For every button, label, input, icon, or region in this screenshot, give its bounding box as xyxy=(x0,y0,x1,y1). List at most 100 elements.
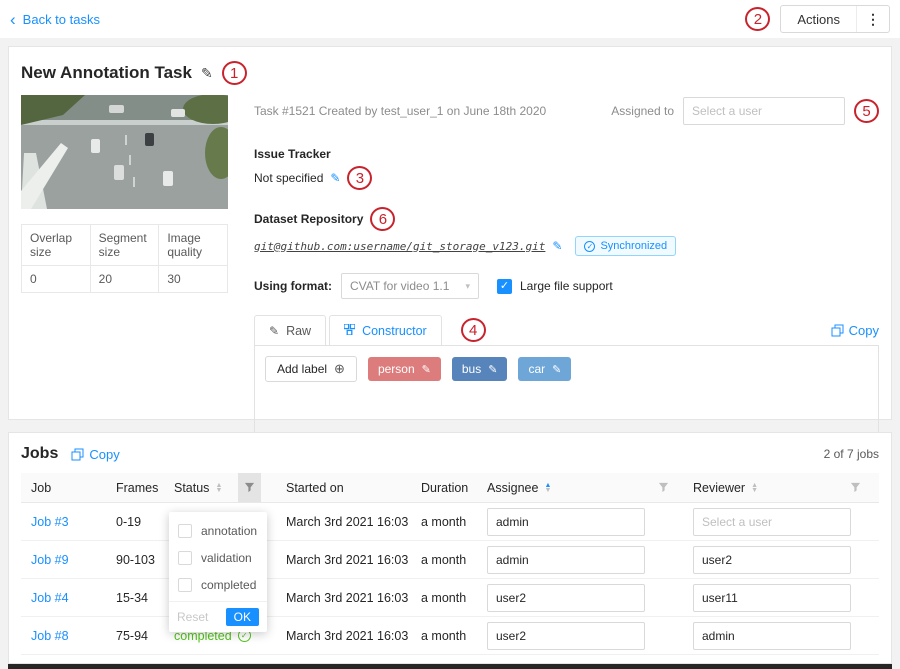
table-row: Job #8 75-94 completed ✓ March 3rd 2021 … xyxy=(21,617,879,655)
tab-constructor[interactable]: Constructor xyxy=(329,315,442,345)
copy-icon xyxy=(71,448,84,461)
build-icon xyxy=(344,324,355,338)
jobs-card: Jobs Copy 2 of 7 jobs Job Frames Status … xyxy=(8,432,892,664)
sort-carets-icon[interactable]: ▲▼ xyxy=(751,483,758,493)
table-row: Job #4 15-34 March 3rd 2021 16:03 a mont… xyxy=(21,579,879,617)
filter-option-annotation[interactable]: annotation xyxy=(169,517,267,544)
tab-raw[interactable]: ✎ Raw xyxy=(254,315,326,345)
job-link[interactable]: Job #4 xyxy=(31,591,116,605)
reviewer-input[interactable] xyxy=(693,546,851,574)
actions-button[interactable]: Actions ⋮ xyxy=(780,5,890,33)
back-to-tasks-label: Back to tasks xyxy=(23,12,100,27)
pencil-icon: ✎ xyxy=(269,324,279,338)
issue-tracker-value: Not specified xyxy=(254,171,323,185)
label-person-name: person xyxy=(378,362,415,376)
job-link[interactable]: Job #3 xyxy=(31,515,116,529)
chevron-left-icon: ‹ xyxy=(10,11,16,28)
filter-reset-button[interactable]: Reset xyxy=(177,610,208,624)
frames-cell: 15-34 xyxy=(116,591,174,605)
add-label-text: Add label xyxy=(277,362,327,376)
callout-4: 4 xyxy=(461,318,486,342)
checkbox-unchecked[interactable] xyxy=(178,524,192,538)
dataset-repository-label: Dataset Repository xyxy=(254,212,363,226)
checkbox-unchecked[interactable] xyxy=(178,578,192,592)
assignee-filter-funnel-icon[interactable] xyxy=(658,482,669,493)
reviewer-input[interactable] xyxy=(693,508,851,536)
large-file-support-checkbox[interactable]: ✓ xyxy=(497,279,512,294)
filter-ok-button[interactable]: OK xyxy=(226,608,259,626)
task-preview-image xyxy=(21,95,228,209)
labels-copy-link[interactable]: Copy xyxy=(831,323,879,338)
col-assignee[interactable]: Assignee ▲▼ xyxy=(487,481,693,495)
param-header-segment: Segment size xyxy=(90,225,159,266)
started-cell: March 3rd 2021 16:03 xyxy=(286,629,421,643)
sort-carets-icon[interactable]: ▲▼ xyxy=(215,483,222,493)
more-vertical-icon[interactable]: ⋮ xyxy=(857,11,889,28)
callout-3: 3 xyxy=(347,166,372,190)
issue-tracker-label: Issue Tracker xyxy=(254,147,879,161)
task-meta: Task #1521 Created by test_user_1 on Jun… xyxy=(254,104,546,118)
col-job: Job xyxy=(31,481,116,495)
frames-cell: 90-103 xyxy=(116,553,174,567)
chevron-down-icon: ▾ xyxy=(465,281,470,292)
reviewer-filter-funnel-icon[interactable] xyxy=(850,482,861,493)
filter-option-validation[interactable]: validation xyxy=(169,544,267,571)
jobs-title: Jobs xyxy=(21,445,58,463)
assigned-to-label: Assigned to xyxy=(611,104,674,118)
frames-cell: 75-94 xyxy=(116,629,174,643)
checkbox-unchecked[interactable] xyxy=(178,551,192,565)
filter-option-label: annotation xyxy=(201,524,257,538)
job-link[interactable]: Job #8 xyxy=(31,629,116,643)
label-tag-car[interactable]: car ✎ xyxy=(518,357,571,381)
edit-label-icon[interactable]: ✎ xyxy=(488,363,497,376)
table-row: Job #3 0-19 March 3rd 2021 16:03 a month xyxy=(21,503,879,541)
status-filter-funnel-icon[interactable] xyxy=(238,473,261,502)
edit-label-icon[interactable]: ✎ xyxy=(552,363,561,376)
task-title: New Annotation Task xyxy=(21,63,192,83)
filter-option-label: validation xyxy=(201,551,252,565)
jobs-table-header: Job Frames Status ▲▼ Started on Duration… xyxy=(21,473,879,503)
edit-repository-icon[interactable]: ✎ xyxy=(552,239,562,253)
task-parameters-table: Overlap size Segment size Image quality … xyxy=(21,224,228,293)
task-assignee-input[interactable] xyxy=(683,97,845,125)
using-format-label: Using format: xyxy=(254,279,332,293)
job-link[interactable]: Job #9 xyxy=(31,553,116,567)
assignee-input[interactable] xyxy=(487,584,645,612)
assignee-input[interactable] xyxy=(487,508,645,536)
filter-option-completed[interactable]: completed xyxy=(169,571,267,598)
format-select[interactable]: CVAT for video 1.1 ▾ xyxy=(341,273,479,299)
param-value-overlap: 0 xyxy=(22,266,91,293)
labels-copy-label: Copy xyxy=(849,323,879,338)
table-row: Job #9 90-103 March 3rd 2021 16:03 a mon… xyxy=(21,541,879,579)
check-circle-icon: ✓ xyxy=(584,241,595,252)
jobs-copy-link[interactable]: Copy xyxy=(71,447,119,462)
reviewer-input[interactable] xyxy=(693,622,851,650)
jobs-table: Job Frames Status ▲▼ Started on Duration… xyxy=(21,473,879,655)
jobs-copy-label: Copy xyxy=(89,447,119,462)
assignee-input[interactable] xyxy=(487,622,645,650)
reviewer-input[interactable] xyxy=(693,584,851,612)
sync-status-badge: ✓ Synchronized xyxy=(575,236,676,256)
sort-carets-icon[interactable]: ▲▼ xyxy=(544,483,551,493)
callout-2: 2 xyxy=(745,7,770,31)
frames-cell: 0-19 xyxy=(116,515,174,529)
label-tag-person[interactable]: person ✎ xyxy=(368,357,441,381)
task-detail-card: New Annotation Task ✎ 1 xyxy=(8,46,892,420)
edit-issue-tracker-icon[interactable]: ✎ xyxy=(330,171,340,185)
bottom-edge-strip xyxy=(8,664,892,669)
jobs-count: 2 of 7 jobs xyxy=(824,447,879,461)
col-reviewer[interactable]: Reviewer ▲▼ xyxy=(693,481,869,495)
param-value-segment: 20 xyxy=(90,266,159,293)
dataset-repository-url[interactable]: git@github.com:username/git_storage_v123… xyxy=(254,240,545,253)
assignee-input[interactable] xyxy=(487,546,645,574)
back-to-tasks-link[interactable]: ‹ Back to tasks xyxy=(10,11,100,28)
label-car-name: car xyxy=(528,362,545,376)
edit-title-icon[interactable]: ✎ xyxy=(201,65,213,82)
status-filter-dropdown: annotation validation completed Reset OK xyxy=(169,512,267,632)
large-file-support-label: Large file support xyxy=(520,279,613,293)
plus-circle-icon: ⊕ xyxy=(334,361,345,377)
add-label-button[interactable]: Add label ⊕ xyxy=(265,356,357,382)
col-status[interactable]: Status ▲▼ xyxy=(174,473,286,502)
label-tag-bus[interactable]: bus ✎ xyxy=(452,357,508,381)
edit-label-icon[interactable]: ✎ xyxy=(422,363,431,376)
